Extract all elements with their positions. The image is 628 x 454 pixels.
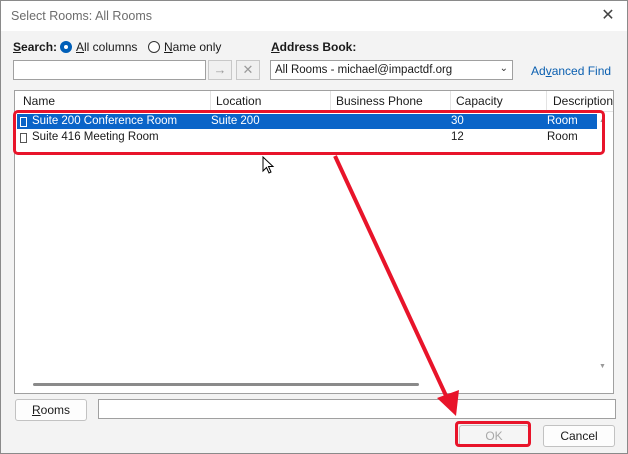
annotation-arrow (333, 155, 459, 416)
mouse-pointer-icon (262, 156, 275, 174)
